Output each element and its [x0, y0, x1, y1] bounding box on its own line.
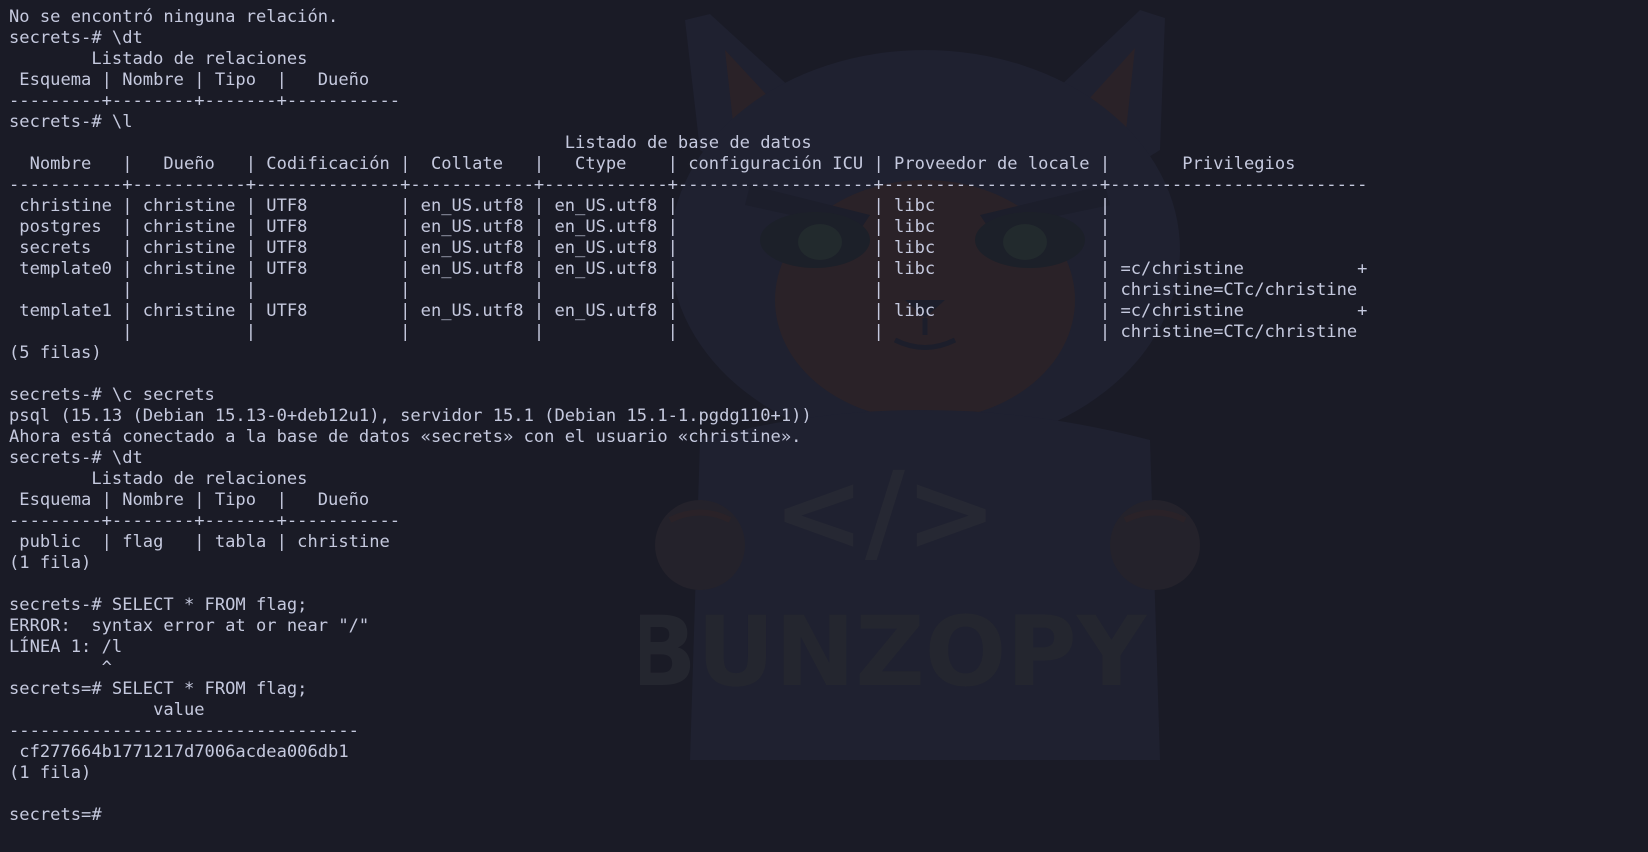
terminal-line: secrets-# SELECT * FROM flag;	[9, 595, 308, 615]
terminal-line: postgres | christine | UTF8 | en_US.utf8…	[9, 217, 1111, 237]
terminal-line: Esquema | Nombre | Tipo | Dueño	[9, 70, 370, 90]
terminal-line: | | | | | | | christine=CTc/christine	[9, 280, 1358, 300]
terminal-line: (1 fila)	[9, 763, 92, 783]
terminal-line: Listado de relaciones	[9, 49, 308, 69]
terminal-line: value	[9, 700, 205, 720]
terminal-line: secrets-# \dt	[9, 448, 143, 468]
terminal-line: ERROR: syntax error at or near "/"	[9, 616, 370, 636]
terminal-line: -----------+-----------+--------------+-…	[9, 175, 1368, 195]
terminal-line: template0 | christine | UTF8 | en_US.utf…	[9, 259, 1368, 279]
terminal-line: | | | | | | | christine=CTc/christine	[9, 322, 1358, 342]
terminal-output: No se encontró ninguna relación. secrets-…	[9, 7, 1367, 826]
terminal-line: LÍNEA 1: /l	[9, 637, 123, 657]
terminal-line: psql (15.13 (Debian 15.13-0+deb12u1), se…	[9, 406, 812, 426]
terminal-line: No se encontró ninguna relación.	[9, 7, 339, 27]
terminal-line: template1 | christine | UTF8 | en_US.utf…	[9, 301, 1368, 321]
prompt-line[interactable]: secrets=#	[9, 805, 1367, 826]
terminal-line: Ahora está conectado a la base de datos …	[9, 427, 802, 447]
terminal-line: (5 filas)	[9, 343, 102, 363]
terminal-line: secrets=# SELECT * FROM flag;	[9, 679, 308, 699]
terminal-line: cf277664b1771217d7006acdea006db1	[9, 742, 349, 762]
terminal-line: public | flag | tabla | christine	[9, 532, 390, 552]
terminal-line: Listado de base de datos	[9, 133, 812, 153]
terminal-line: ---------+--------+-------+-----------	[9, 511, 401, 531]
terminal-line: Nombre | Dueño | Codificación | Collate …	[9, 154, 1296, 174]
terminal-line: secrets-# \c secrets	[9, 385, 215, 405]
terminal-line: ^	[9, 658, 112, 678]
terminal-line: Listado de relaciones	[9, 469, 308, 489]
terminal-line: Esquema | Nombre | Tipo | Dueño	[9, 490, 370, 510]
terminal-line: ----------------------------------	[9, 721, 359, 741]
terminal-line: secrets-# \l	[9, 112, 133, 132]
terminal-line: secrets | christine | UTF8 | en_US.utf8 …	[9, 238, 1111, 258]
terminal-window[interactable]: </> BUNZOPY No se encontró ninguna relac…	[0, 0, 1648, 852]
terminal-line: christine | christine | UTF8 | en_US.utf…	[9, 196, 1111, 216]
terminal-line: ---------+--------+-------+-----------	[9, 91, 401, 111]
terminal-line: secrets-# \dt	[9, 28, 143, 48]
terminal-line: (1 fila)	[9, 553, 92, 573]
